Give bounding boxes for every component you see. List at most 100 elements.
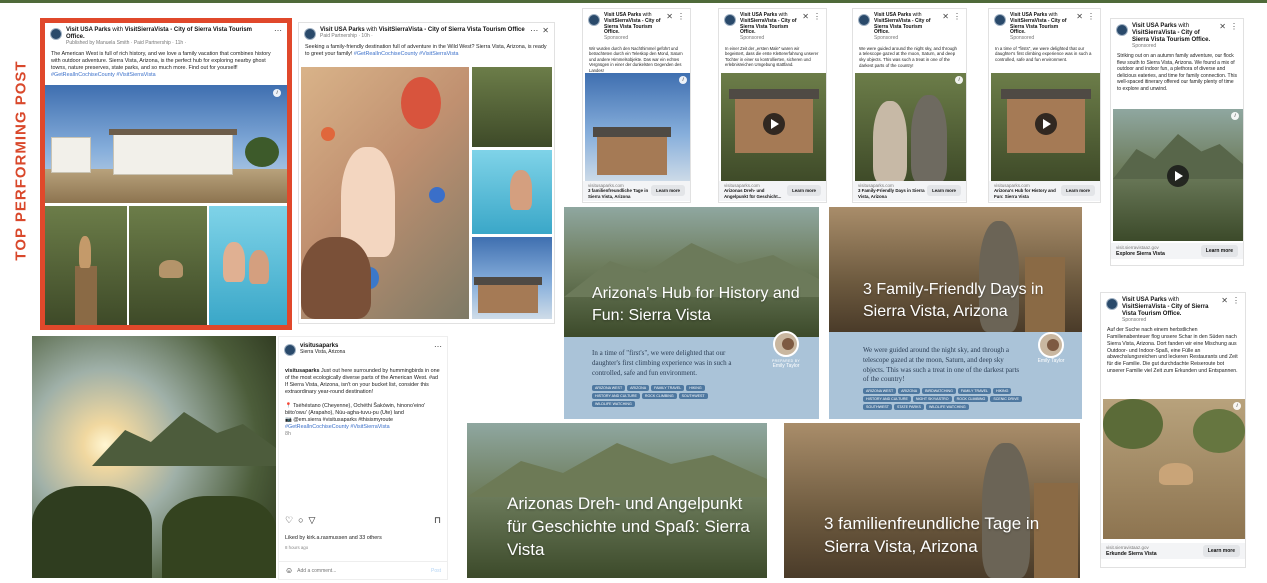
tag-chip[interactable]: SCENIC DRIVE [990, 396, 1022, 402]
info-icon[interactable]: i [1231, 112, 1239, 120]
learn-more-button[interactable]: Learn more [787, 185, 821, 197]
blog-de-hub-banner[interactable]: Arizonas Dreh- und Angelpunkt für Geschi… [467, 423, 767, 578]
close-icon[interactable]: ✕ [1221, 297, 1228, 305]
close-icon[interactable]: ✕ [1076, 13, 1083, 21]
tag-chip[interactable]: SOUTHWEST [678, 393, 708, 399]
blog-hub-article[interactable]: Arizona's Hub for History and Fun: Sierr… [564, 207, 819, 419]
tag-chip[interactable]: NIGHT SKY/ASTRO [912, 396, 952, 402]
instagram-post[interactable]: visitusaparks Sierra Vista, Arizona ⋯ vi… [278, 336, 448, 580]
more-horizontal-icon[interactable]: ⋯ [530, 27, 538, 35]
tag-chip[interactable]: WILDLIFE WATCHING [925, 404, 969, 410]
ad-text: Striking out on an autumn family adventu… [1117, 53, 1237, 92]
author-block: PREPARED BY Emily Taylor [764, 331, 808, 369]
author-block: Emily Taylor [1029, 332, 1073, 364]
hashtags-link[interactable]: #GetRealInCochiseCounty #VisitSierraVist… [51, 72, 156, 78]
tag-chip[interactable]: ROCK CLIMBING [953, 396, 989, 402]
right-ad-erkunde[interactable]: Visit USA Parks with VisitSierraVista - … [1100, 292, 1246, 568]
learn-more-button[interactable]: Learn more [1061, 185, 1095, 197]
page-logo [1106, 298, 1118, 310]
ad-collage: TOP PERFORMING POST Visit USA Parks with… [0, 0, 1267, 583]
tag-chip[interactable]: BIRDWATCHING [922, 388, 956, 394]
tag-list: ARIZONA WEST ARIZONA BIRDWATCHING FAMILY TR… [863, 388, 1023, 410]
more-vertical-icon[interactable]: ⋮ [1230, 23, 1238, 31]
article-headline: 3 familienfreundliche Tage in Sierra Vis… [824, 514, 1040, 556]
more-vertical-icon[interactable]: ⋮ [953, 13, 961, 21]
learn-more-button[interactable]: Learn more [1200, 245, 1238, 257]
mountain-trail-photo [472, 67, 552, 147]
desert-trail-video: i [1113, 109, 1243, 241]
hashtags-link[interactable]: #GetRealInCochiseCounty #VisitSierraVist… [354, 51, 459, 57]
tag-chip[interactable]: SOUTHWEST [863, 404, 892, 410]
bookmark-icon[interactable]: ⊓ [434, 515, 441, 526]
mountain-hero-image: Arizona's Hub for History and Fun: Sierr… [564, 207, 819, 337]
learn-more-button[interactable]: Learn more [927, 185, 961, 197]
post-header: Visit USA Parks with VisitSierraVista - … [45, 23, 287, 49]
info-icon[interactable]: i [679, 76, 687, 84]
top-performing-post[interactable]: Visit USA Parks with VisitSierraVista - … [40, 18, 292, 330]
emoji-icon[interactable]: ☺ [285, 566, 293, 575]
ad-card-en-days[interactable]: Visit USA Parks with VisitSierraVista - … [852, 8, 967, 203]
blog-days-article[interactable]: 3 Family-Friendly Days in Sierra Vista, … [829, 207, 1082, 419]
tag-chip[interactable]: ARIZONA WEST [592, 385, 626, 391]
tag-chip[interactable]: FAMILY TRAVEL [651, 385, 685, 391]
close-icon[interactable]: ✕ [1219, 23, 1226, 31]
more-vertical-icon[interactable]: ⋮ [1232, 297, 1240, 305]
comment-input[interactable] [297, 567, 427, 574]
ad-card-en-hub[interactable]: Visit USA Parks with VisitSierraVista - … [988, 8, 1101, 203]
learn-more-button[interactable]: Learn more [1202, 545, 1240, 557]
ad-card-de-hub[interactable]: Visit USA Parks with VisitSierraVista - … [718, 8, 827, 203]
more-vertical-icon[interactable]: ⋮ [1087, 13, 1095, 21]
play-icon[interactable] [1167, 165, 1189, 187]
learn-more-button[interactable]: Learn more [651, 185, 685, 197]
family-destination-post[interactable]: Visit USA Parks with VisitSierraVista - … [298, 22, 555, 324]
ranch-house-photo: i [45, 85, 287, 203]
ad-card-de-days[interactable]: Visit USA Parks with VisitSierraVista - … [582, 8, 691, 203]
close-icon[interactable]: ✕ [802, 13, 809, 21]
tag-chip[interactable]: FAMILY TRAVEL [957, 388, 991, 394]
close-icon[interactable]: ✕ [542, 27, 549, 35]
close-icon[interactable]: ✕ [942, 13, 949, 21]
tag-chip[interactable]: ARIZONA [627, 385, 650, 391]
info-icon[interactable]: i [273, 89, 281, 97]
comment-icon[interactable]: ○ [298, 515, 303, 526]
tag-chip[interactable]: ROCK CLIMBING [641, 393, 677, 399]
more-vertical-icon[interactable]: ⋮ [677, 13, 685, 21]
page-logo [304, 28, 316, 40]
right-ad-explore[interactable]: Visit USA Parks with VisitSierraVista - … [1110, 18, 1244, 266]
play-icon[interactable] [763, 113, 785, 135]
post-text: Seeking a family-friendly destination fu… [305, 44, 547, 58]
avatar [1038, 332, 1064, 358]
tag-chip[interactable]: STATE PARKS [893, 404, 924, 410]
share-icon[interactable]: ▽ [309, 515, 316, 526]
post-comment-button[interactable]: Post [431, 568, 441, 574]
play-icon[interactable] [1035, 113, 1057, 135]
page-logo [994, 14, 1006, 26]
tag-chip[interactable]: WILDLIFE WATCHING [592, 401, 635, 407]
page-logo [588, 14, 600, 26]
article-headline: Arizonas Dreh- und Angelpunkt für Geschi… [507, 494, 750, 559]
article-headline: 3 Family-Friendly Days in Sierra Vista, … [863, 281, 1044, 320]
avatar [773, 331, 799, 357]
pool-photo [209, 206, 287, 325]
more-horizontal-icon[interactable]: ⋯ [274, 27, 282, 35]
info-icon[interactable]: i [1233, 402, 1241, 410]
more-vertical-icon[interactable]: ⋮ [813, 13, 821, 21]
tag-chip[interactable]: ARIZONA [898, 388, 921, 394]
post-text: The American West is full of rich histor… [51, 50, 271, 78]
tag-chip[interactable]: HIKING [993, 388, 1012, 394]
heart-icon[interactable]: ♡ [285, 515, 293, 526]
tag-chip[interactable]: HISTORY AND CULTURE [863, 396, 911, 402]
tag-chip[interactable]: HIKING [686, 385, 705, 391]
blog-de-days-banner[interactable]: 3 familienfreundliche Tage in Sierra Vis… [784, 423, 1080, 578]
old-town-sign-photo: i [585, 73, 690, 183]
ig-caption: visitusaparks Just out here surrounded b… [285, 368, 440, 438]
info-icon[interactable]: i [955, 76, 963, 84]
tag-chip[interactable]: HISTORY AND CULTURE [592, 393, 640, 399]
close-icon[interactable]: ✕ [666, 13, 673, 21]
likes-count[interactable]: Liked by kirk.a.rasmussen and 33 others [285, 535, 382, 541]
water-slide-photo [472, 150, 552, 234]
more-horizontal-icon[interactable]: ⋯ [434, 343, 442, 351]
top-rule [0, 0, 1267, 3]
tag-chip[interactable]: ARIZONA WEST [863, 388, 897, 394]
page-logo [284, 344, 296, 356]
